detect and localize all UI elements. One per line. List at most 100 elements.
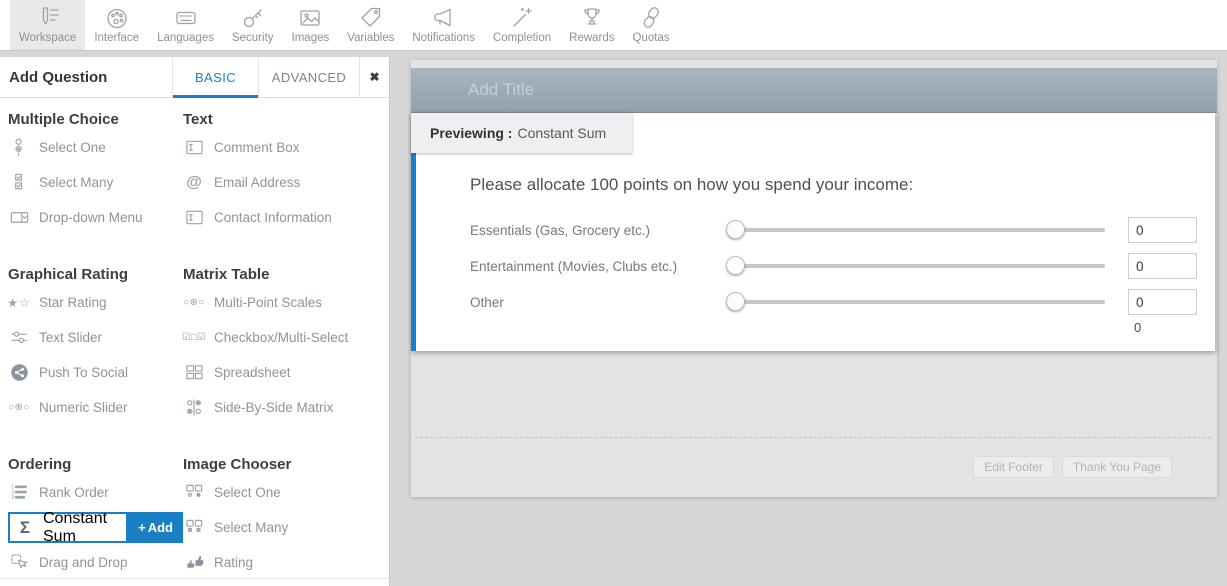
question-type-label: Drag and Drop: [39, 555, 128, 570]
panel-title: Add Question: [0, 57, 172, 97]
palette-icon: [104, 4, 130, 31]
tab-basic[interactable]: BASIC: [172, 57, 258, 97]
toolbar-item-label: Rewards: [569, 32, 614, 44]
toolbar-item-label: Variables: [347, 32, 394, 44]
comment-box-icon: [183, 138, 205, 157]
question-type-select-one[interactable]: Select One: [183, 475, 382, 510]
question-type-drag-and-drop[interactable]: Drag and Drop: [8, 545, 183, 580]
toolbar-item-label: Images: [292, 32, 330, 44]
add-title-field[interactable]: Add Title: [411, 68, 1217, 113]
question-type-select-many[interactable]: Select Many: [183, 510, 382, 545]
question-type-label: Text Slider: [39, 330, 102, 345]
panel-header: Add Question BASICADVANCED ✖: [0, 57, 389, 98]
previewing-value: Constant Sum: [517, 125, 606, 141]
toolbar-item-languages[interactable]: Languages: [148, 0, 223, 50]
footer-divider: [415, 437, 1211, 438]
slider-thumb[interactable]: [726, 256, 745, 275]
image-select-many-icon: [183, 518, 205, 537]
toolbar-item-label: Workspace: [19, 32, 76, 44]
points-slider[interactable]: [728, 264, 1105, 268]
edit-footer-button[interactable]: Edit Footer: [973, 456, 1054, 478]
question-type-text-slider[interactable]: Text Slider: [8, 320, 183, 355]
question-type-star-rating[interactable]: ★☆Star Rating: [8, 285, 183, 320]
megaphone-icon: [431, 4, 457, 31]
points-input[interactable]: [1128, 289, 1197, 315]
section-heading: Text: [183, 110, 382, 130]
text-slider-icon: [8, 328, 30, 347]
thumbs-rating-icon: [183, 553, 205, 572]
question-type-sections: Multiple ChoiceSelect OneSelect ManyDrop…: [0, 98, 389, 580]
at-icon: @: [183, 174, 205, 192]
points-input[interactable]: [1128, 253, 1197, 279]
toolbar-item-images[interactable]: Images: [283, 0, 339, 50]
previewing-label: Previewing :: [430, 125, 512, 141]
question-type-select-one[interactable]: Select One: [8, 130, 183, 165]
toolbar-item-rewards[interactable]: Rewards: [560, 0, 623, 50]
close-icon[interactable]: ✖: [359, 57, 389, 97]
toolbar-item-security[interactable]: Security: [223, 0, 283, 50]
question-type-drop-down-menu[interactable]: Drop-down Menu: [8, 200, 183, 235]
checkbox-list-icon: [8, 173, 30, 192]
question-type-label: Checkbox/Multi-Select: [214, 330, 348, 345]
numeric-slider-icon: ○⊕○: [8, 402, 30, 413]
question-type-rating[interactable]: Rating: [183, 545, 382, 580]
question-type-spreadsheet[interactable]: Spreadsheet: [183, 355, 382, 390]
slider-thumb[interactable]: [726, 292, 745, 311]
question-type-email-address[interactable]: @ Email Address: [183, 165, 382, 200]
section-heading: Graphical Rating: [8, 265, 183, 285]
thank-you-page-button[interactable]: Thank You Page: [1062, 456, 1172, 478]
slider-thumb[interactable]: [726, 220, 745, 239]
question-type-rank-order[interactable]: 123Rank Order: [8, 475, 183, 510]
section-graphical-rating: Graphical Rating★☆Star Rating Text Slider…: [8, 253, 183, 425]
row-label: Other: [470, 295, 728, 310]
image-icon: [297, 4, 323, 31]
panel-tabs: BASICADVANCED: [172, 57, 359, 97]
image-select-one-icon: [183, 483, 205, 502]
section-image-chooser: Image Chooser Select One Select Many Rating: [183, 443, 382, 580]
question-type-comment-box[interactable]: Comment Box: [183, 130, 382, 165]
toolbar-item-workspace[interactable]: Workspace: [10, 0, 85, 50]
points-slider[interactable]: [728, 300, 1105, 304]
question-type-numeric-slider[interactable]: ○⊕○ Numeric Slider: [8, 390, 183, 425]
question-type-checkbox-multi-select[interactable]: ☑□☑Checkbox/Multi-Select: [183, 320, 382, 355]
push-to-social-icon: [8, 363, 30, 382]
question-type-contact-information[interactable]: Contact Information: [183, 200, 382, 235]
question-type-label: Select One: [39, 140, 106, 155]
question-type-label: Rating: [214, 555, 253, 570]
toolbar-item-label: Quotas: [633, 32, 670, 44]
points-input[interactable]: [1128, 217, 1197, 243]
question-type-label: Push To Social: [39, 365, 128, 380]
question-type-label: Spreadsheet: [214, 365, 291, 380]
question-type-label: Numeric Slider: [39, 400, 128, 415]
add-question-panel: Add Question BASICADVANCED ✖ Multiple Ch…: [0, 57, 390, 586]
section-heading: Image Chooser: [183, 455, 382, 475]
section-matrix-table: Matrix Table○⊕○Multi-Point Scales☑□☑Chec…: [183, 253, 382, 425]
toolbar-item-label: Languages: [157, 32, 214, 44]
question-type-side-by-side-matrix[interactable]: Side-By-Side Matrix: [183, 390, 382, 425]
question-type-push-to-social[interactable]: Push To Social: [8, 355, 183, 390]
points-slider[interactable]: [728, 228, 1105, 232]
add-question-button[interactable]: +Add: [128, 512, 183, 543]
toolbar-item-label: Interface: [94, 32, 139, 44]
question-type-multi-point-scales[interactable]: ○⊕○Multi-Point Scales: [183, 285, 382, 320]
question-type-constant-sum[interactable]: ΣConstant Sum: [8, 512, 128, 543]
question-type-label: Select One: [214, 485, 281, 500]
side-by-side-icon: [183, 398, 205, 417]
constant-sum-row-essentials-gas-grocery-etc: Essentials (Gas, Grocery etc.): [470, 212, 1197, 248]
tab-advanced[interactable]: ADVANCED: [258, 57, 359, 97]
multi-point-scales-icon: ○⊕○: [183, 297, 205, 308]
toolbar-item-variables[interactable]: Variables: [338, 0, 403, 50]
previewing-badge: Previewing : Constant Sum: [411, 113, 632, 153]
toolbar-item-completion[interactable]: Completion: [484, 0, 560, 50]
question-type-select-many[interactable]: Select Many: [8, 165, 183, 200]
chain-links-icon: [638, 4, 664, 31]
plus-icon: +: [138, 520, 146, 535]
question-type-label: Email Address: [214, 175, 300, 190]
constant-sum-row-other: Other: [470, 284, 1197, 320]
toolbar-item-notifications[interactable]: Notifications: [403, 0, 484, 50]
star-rating-icon: ★☆: [8, 296, 30, 310]
question-type-label: Rank Order: [39, 485, 109, 500]
toolbar-item-quotas[interactable]: Quotas: [624, 0, 679, 50]
toolbar-item-interface[interactable]: Interface: [85, 0, 148, 50]
spreadsheet-icon: [183, 363, 205, 382]
